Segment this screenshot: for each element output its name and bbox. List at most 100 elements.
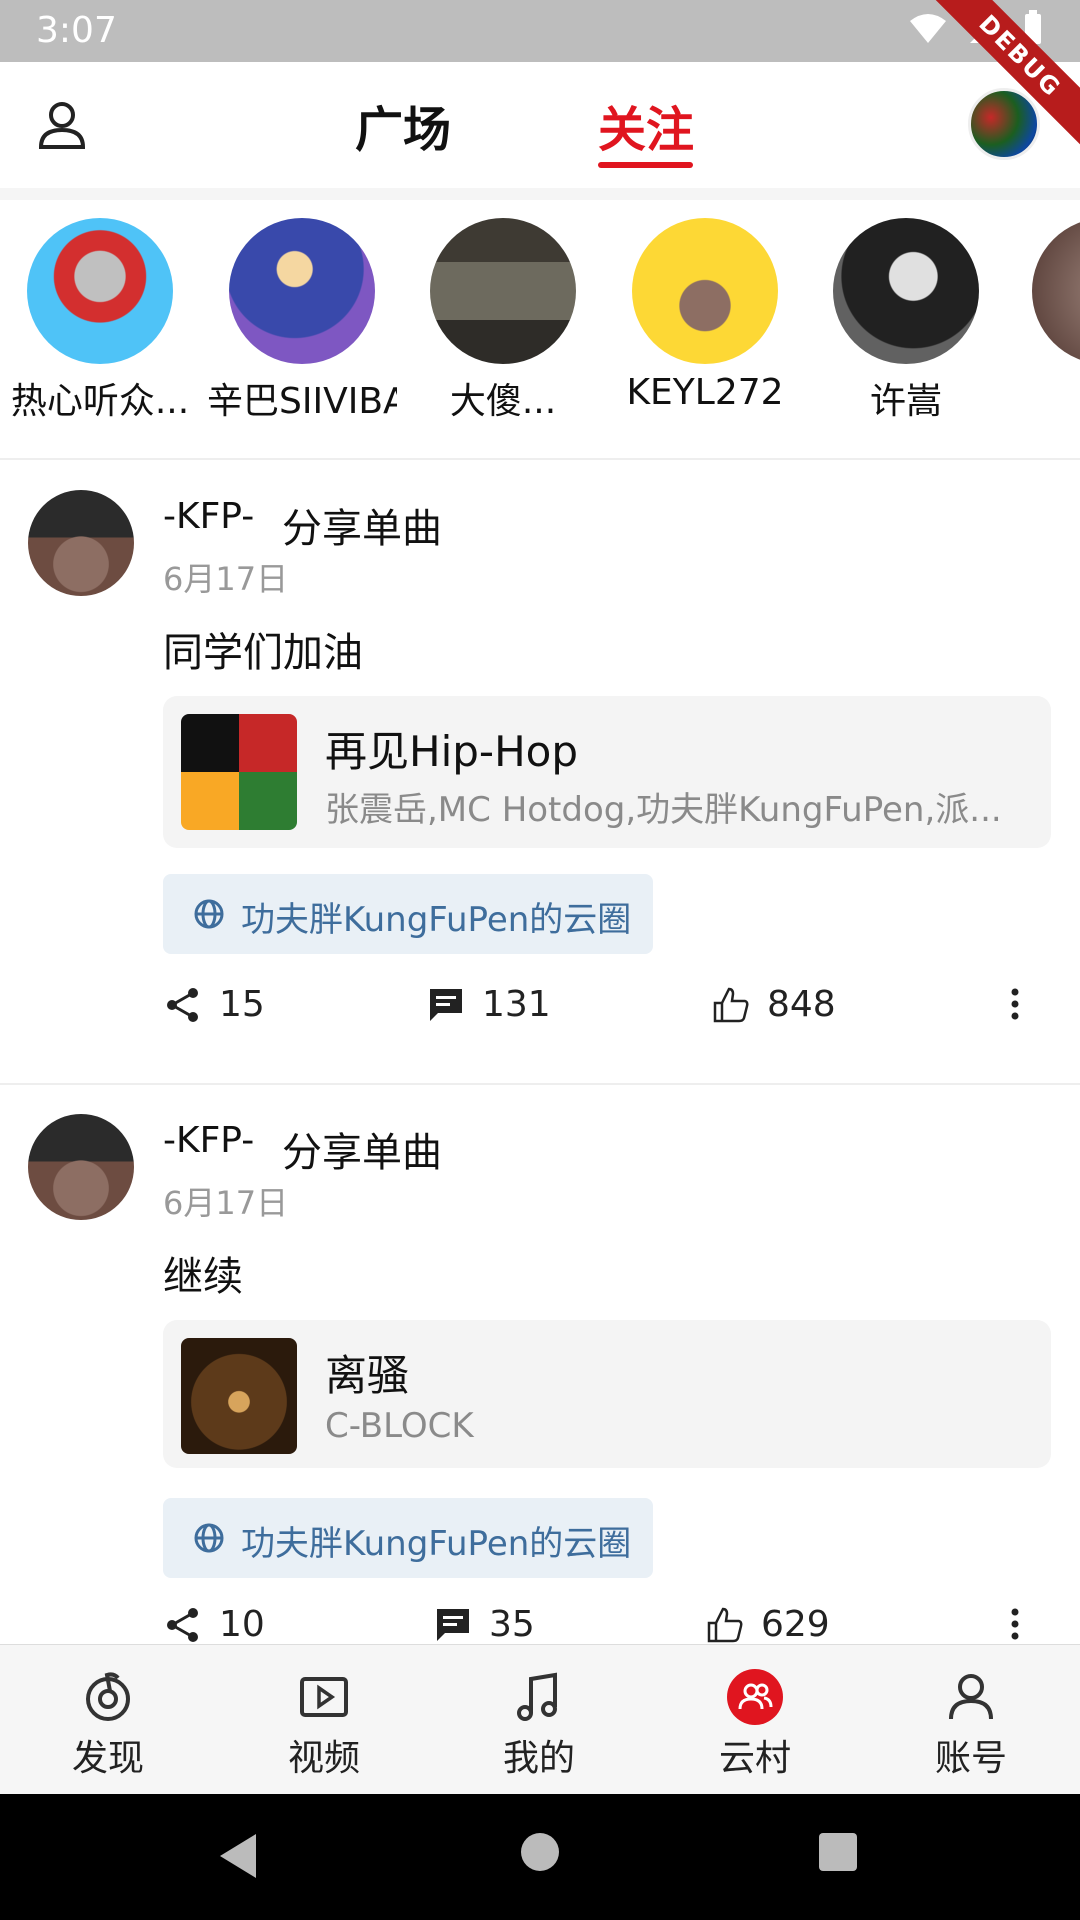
share-button[interactable]: 15 [163, 984, 265, 1025]
divider [0, 1083, 1080, 1085]
nav-label: 我的 [502, 1738, 575, 1779]
followed-user-name: 梁 [1010, 372, 1080, 424]
share-count: 10 [219, 1604, 265, 1644]
post-author[interactable]: -KFP- [163, 496, 254, 537]
home-icon[interactable] [520, 1832, 560, 1872]
followed-user[interactable]: KEYL272 [610, 218, 800, 413]
comment-icon [437, 1608, 469, 1641]
comment-count: 131 [482, 984, 551, 1025]
nav-label: 发现 [71, 1738, 144, 1779]
more-button[interactable] [995, 1604, 1035, 1644]
share-icon [167, 987, 198, 1022]
followed-user-name: KEYL272 [626, 372, 784, 413]
circle-tag[interactable]: 功夫胖KungFuPen的云圈 [163, 874, 653, 954]
like-count: 629 [761, 1604, 830, 1644]
music-note-icon [517, 1672, 557, 1721]
account-icon [949, 1674, 993, 1720]
nav-mine[interactable]: 我的 [469, 1669, 609, 1781]
nav-label: 账号 [934, 1738, 1007, 1779]
song-card[interactable]: 离骚 C-BLOCK [163, 1320, 1051, 1468]
like-button[interactable]: 848 [711, 984, 836, 1025]
post-type: 分享单曲 [282, 506, 442, 552]
top-nav: 广场 关注 [0, 62, 1080, 188]
globe-icon [194, 899, 224, 929]
followed-user[interactable]: 许嵩 [811, 218, 1001, 424]
friends-icon [727, 1669, 783, 1725]
status-bar: 3:07 DEBUG [0, 0, 1080, 163]
comment-button[interactable]: 131 [426, 984, 551, 1025]
followed-users-strip[interactable]: 热心听众... 辛巴SIIVIBA 大傻... KEYL272 许嵩 梁 [0, 200, 1080, 460]
more-button[interactable] [995, 984, 1035, 1024]
followed-user[interactable]: 辛巴SIIVIBA [207, 218, 397, 424]
bottom-nav: 发现 视频 我的 云村 账号 [0, 1644, 1080, 1794]
avatar [1032, 218, 1080, 364]
song-artist: C-BLOCK [325, 1406, 474, 1446]
author-avatar[interactable] [28, 490, 134, 596]
like-button[interactable]: 629 [705, 1604, 830, 1644]
wifi-icon [910, 14, 946, 43]
status-time: 3:07 [36, 10, 117, 51]
followed-user-name: 大傻... [449, 381, 557, 422]
song-artist: 张震岳,MC Hotdog,功夫胖KungFuPen,派... [325, 790, 1002, 830]
post-type: 分享单曲 [282, 1130, 442, 1176]
share-button[interactable]: 10 [163, 1604, 265, 1644]
nav-discover[interactable]: 发现 [38, 1669, 178, 1781]
followed-user[interactable]: 大傻... [408, 218, 598, 424]
post-actions: 10 35 629 [163, 1604, 1043, 1644]
post-date: 6月17日 [163, 560, 289, 598]
nav-label: 视频 [287, 1738, 360, 1779]
followed-user[interactable]: 梁 [1010, 218, 1080, 424]
song-title: 离骚 [325, 1351, 410, 1400]
comment-count: 35 [489, 1604, 535, 1644]
share-icon [167, 1607, 198, 1642]
followed-user[interactable]: 热心听众... [5, 218, 195, 424]
song-card[interactable]: 再见Hip-Hop 张震岳,MC Hotdog,功夫胖KungFuPen,派..… [163, 696, 1051, 848]
avatar [833, 218, 979, 364]
nav-cloud-village[interactable]: 云村 [685, 1669, 825, 1781]
nav-label: 云村 [718, 1738, 791, 1779]
post-actions: 15 131 848 [163, 984, 1043, 1044]
share-count: 15 [219, 984, 265, 1025]
avatar [229, 218, 375, 364]
author-avatar[interactable] [28, 1114, 134, 1220]
video-icon [300, 1677, 348, 1717]
circle-tag[interactable]: 功夫胖KungFuPen的云圈 [163, 1498, 653, 1578]
circle-tag-label: 功夫胖KungFuPen的云圈 [241, 1524, 632, 1564]
more-vertical-icon [1011, 988, 1019, 1020]
top-right-avatar[interactable] [968, 88, 1040, 160]
tab-following[interactable]: 关注 [598, 90, 694, 160]
album-cover [181, 1338, 297, 1454]
nav-video[interactable]: 视频 [254, 1669, 394, 1781]
divider [0, 458, 1080, 460]
avatar [27, 218, 173, 364]
album-cover [181, 714, 297, 830]
circle-tag-label: 功夫胖KungFuPen的云圈 [241, 900, 632, 940]
song-title: 再见Hip-Hop [325, 727, 579, 776]
avatar [632, 218, 778, 364]
more-vertical-icon [1011, 1608, 1019, 1640]
recents-icon[interactable] [818, 1832, 858, 1872]
followed-user-name: 许嵩 [869, 381, 942, 422]
tab-square[interactable]: 广场 [355, 90, 451, 160]
feed-post: -KFP- 分享单曲 6月17日 同学们加油 再见Hip-Hop 张震岳,MC … [0, 490, 1080, 1060]
followed-user-name: 辛巴SIIVIBA [207, 381, 397, 422]
section-divider [0, 188, 1080, 200]
feed-post: -KFP- 分享单曲 6月17日 继续 离骚 C-BLOCK 功夫胖KungFu… [0, 1114, 1080, 1644]
globe-icon [194, 1523, 224, 1553]
post-author[interactable]: -KFP- [163, 1120, 254, 1161]
thumbs-up-icon [707, 1607, 743, 1642]
post-text: 继续 [163, 1254, 243, 1300]
post-text: 同学们加油 [163, 630, 363, 676]
tab-bar: 广场 关注 [0, 62, 1080, 188]
nav-account[interactable]: 账号 [901, 1669, 1041, 1781]
tab-indicator [598, 162, 693, 168]
back-icon[interactable] [216, 1832, 260, 1880]
system-nav-bar [0, 1794, 1080, 1920]
followed-user-name: 热心听众... [10, 381, 190, 422]
thumbs-up-icon [713, 987, 749, 1022]
like-count: 848 [767, 984, 836, 1025]
avatar [430, 218, 576, 364]
comment-button[interactable]: 35 [433, 1604, 535, 1644]
post-date: 6月17日 [163, 1184, 289, 1222]
comment-icon [430, 988, 462, 1021]
